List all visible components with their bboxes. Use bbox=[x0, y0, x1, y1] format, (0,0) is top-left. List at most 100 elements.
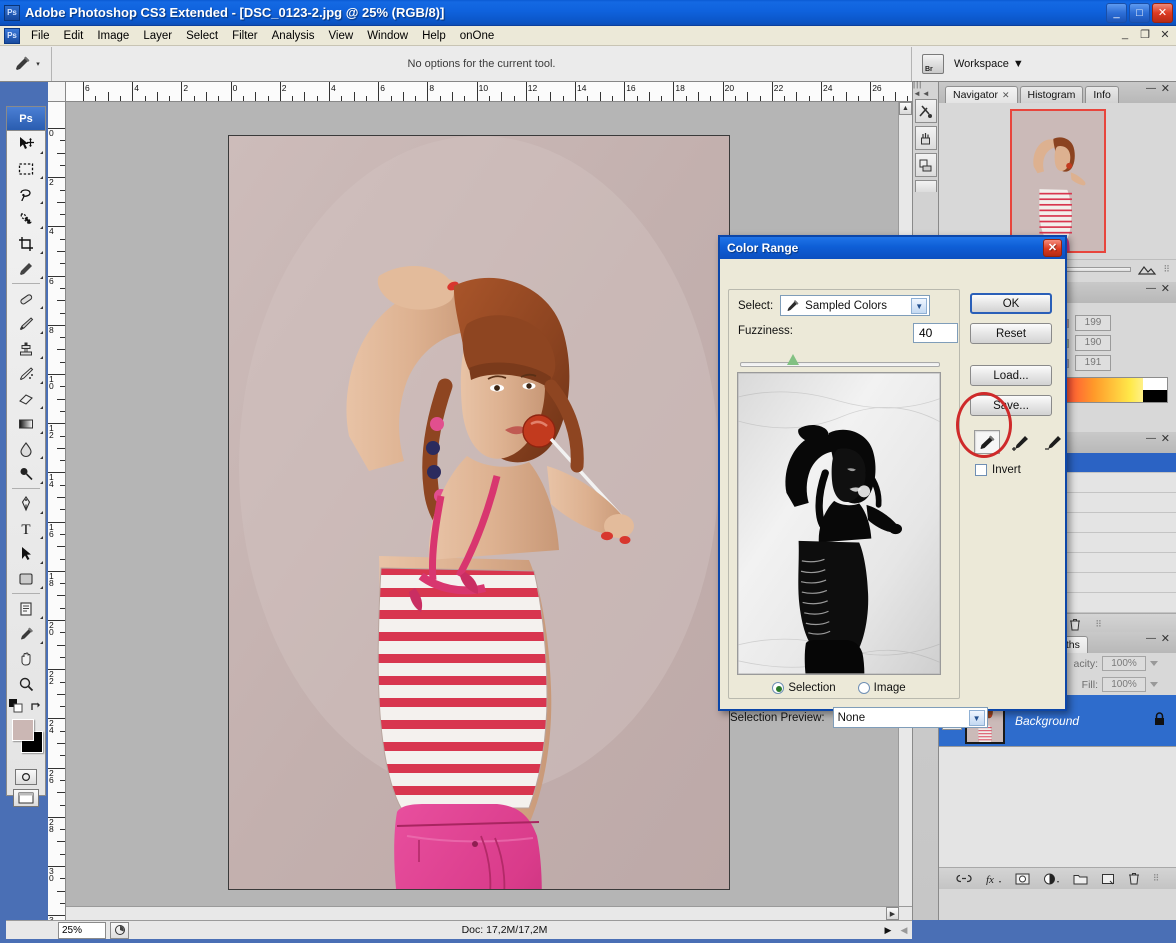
clone-stamp-tool[interactable] bbox=[7, 336, 45, 361]
eyedropper-subtract-button[interactable] bbox=[1040, 430, 1066, 454]
eyedropper-tool[interactable] bbox=[7, 621, 45, 646]
brush-tool[interactable] bbox=[7, 311, 45, 336]
fill-value[interactable]: 100% bbox=[1102, 677, 1146, 692]
select-dropdown[interactable]: Sampled Colors ▼ bbox=[780, 295, 930, 316]
doc-minimize-button[interactable]: _ bbox=[1118, 28, 1132, 41]
workspace-button[interactable]: Workspace ▼ bbox=[954, 58, 1024, 70]
radio-selection[interactable]: Selection bbox=[772, 682, 835, 694]
move-tool[interactable] bbox=[7, 131, 45, 156]
close-icon[interactable]: ✕ bbox=[1161, 82, 1170, 95]
new-layer-icon[interactable] bbox=[1101, 873, 1115, 885]
tab-navigator[interactable]: Navigator ✕ bbox=[945, 86, 1018, 103]
group-icon[interactable] bbox=[1073, 873, 1088, 885]
red-value[interactable]: 199 bbox=[1075, 315, 1111, 331]
adjustment-icon[interactable] bbox=[1043, 873, 1060, 885]
magic-wand-tool[interactable] bbox=[7, 206, 45, 231]
dock-collapse-grip[interactable]: ||| ◄◄ bbox=[913, 82, 938, 96]
slice-tool[interactable] bbox=[7, 256, 45, 281]
screen-mode-icon[interactable] bbox=[13, 789, 39, 807]
quick-mask-icon[interactable] bbox=[15, 769, 37, 785]
crop-tool[interactable] bbox=[7, 231, 45, 256]
ok-button[interactable]: OK bbox=[970, 293, 1052, 314]
scroll-right-arrow[interactable]: ▶ bbox=[886, 907, 899, 920]
close-button[interactable]: ✕ bbox=[1152, 3, 1173, 23]
doc-close-button[interactable]: ✕ bbox=[1158, 28, 1172, 41]
close-icon[interactable]: ✕ bbox=[1161, 282, 1170, 295]
vertical-ruler[interactable]: 024681 01 21 41 61 82 02 22 42 62 83 03 … bbox=[48, 102, 66, 920]
invert-row[interactable]: Invert bbox=[975, 464, 1066, 476]
shape-tool[interactable] bbox=[7, 566, 45, 591]
status-resize-grip[interactable]: ◀ bbox=[896, 925, 912, 936]
brushes-icon[interactable] bbox=[915, 126, 937, 150]
status-preview-icon[interactable] bbox=[110, 922, 129, 939]
minimize-button[interactable]: _ bbox=[1106, 3, 1127, 23]
blur-tool[interactable] bbox=[7, 436, 45, 461]
menu-image[interactable]: Image bbox=[90, 28, 136, 44]
chevron-down-icon[interactable]: ▼ bbox=[969, 710, 985, 726]
fx-icon[interactable]: fx bbox=[985, 873, 1002, 885]
menu-file[interactable]: File bbox=[24, 28, 57, 44]
clone-source-icon[interactable] bbox=[915, 153, 937, 177]
fuzziness-slider[interactable] bbox=[740, 362, 940, 367]
menu-help[interactable]: Help bbox=[415, 28, 453, 44]
link-icon[interactable] bbox=[956, 873, 972, 884]
tab-histogram[interactable]: Histogram bbox=[1020, 86, 1084, 103]
status-menu-arrow[interactable]: ▶ bbox=[880, 925, 896, 936]
mask-icon[interactable] bbox=[1015, 873, 1030, 885]
load-button[interactable]: Load... bbox=[970, 365, 1052, 386]
green-value[interactable]: 190 bbox=[1075, 335, 1111, 351]
ruler-corner[interactable] bbox=[48, 82, 66, 102]
radio-image-dot[interactable] bbox=[858, 682, 870, 694]
path-selection-tool[interactable] bbox=[7, 541, 45, 566]
default-colors-icon[interactable] bbox=[9, 699, 23, 713]
history-brush-tool[interactable] bbox=[7, 361, 45, 386]
swap-colors-icon[interactable] bbox=[30, 700, 43, 713]
navigator-thumbnail[interactable] bbox=[1010, 109, 1106, 253]
type-tool[interactable]: T bbox=[7, 516, 45, 541]
canvas-horizontal-scrollbar[interactable]: ▶ bbox=[66, 906, 912, 920]
menu-select[interactable]: Select bbox=[179, 28, 225, 44]
panel-resize-grip[interactable]: ⠿ bbox=[1153, 873, 1160, 884]
horizontal-ruler[interactable]: 64202468101214161820222426 bbox=[66, 82, 912, 102]
panel-resize-grip[interactable]: ⠿ bbox=[1163, 264, 1170, 275]
blue-value[interactable]: 191 bbox=[1075, 355, 1111, 371]
document-image[interactable] bbox=[228, 135, 730, 890]
panel-resize-grip[interactable]: ⠿ bbox=[1095, 619, 1102, 630]
healing-brush-tool[interactable] bbox=[7, 286, 45, 311]
current-tool-indicator[interactable]: ▾ bbox=[0, 47, 52, 81]
dodge-tool[interactable] bbox=[7, 461, 45, 486]
fill-dropdown-arrow[interactable] bbox=[1150, 682, 1158, 687]
minimize-icon[interactable]: — bbox=[1146, 283, 1156, 294]
dialog-close-button[interactable]: ✕ bbox=[1043, 239, 1062, 257]
lasso-tool[interactable] bbox=[7, 181, 45, 206]
invert-checkbox[interactable] bbox=[975, 464, 987, 476]
save-button[interactable]: Save... bbox=[970, 395, 1052, 416]
selection-preview-dropdown[interactable]: None ▼ bbox=[833, 707, 988, 728]
opacity-value[interactable]: 100% bbox=[1102, 656, 1146, 671]
close-icon[interactable]: ✕ bbox=[1002, 90, 1010, 101]
scroll-up-arrow[interactable]: ▲ bbox=[899, 102, 912, 115]
doc-restore-button[interactable]: ❐ bbox=[1138, 28, 1152, 41]
zoom-in-icon[interactable] bbox=[1137, 264, 1157, 276]
reset-button[interactable]: Reset bbox=[970, 323, 1052, 344]
delete-layer-icon[interactable] bbox=[1128, 872, 1140, 885]
menu-onone[interactable]: onOne bbox=[453, 28, 502, 44]
menu-edit[interactable]: Edit bbox=[57, 28, 91, 44]
dock-more-icon[interactable] bbox=[915, 180, 937, 192]
gradient-tool[interactable] bbox=[7, 411, 45, 436]
notes-tool[interactable] bbox=[7, 596, 45, 621]
minimize-icon[interactable]: — bbox=[1146, 433, 1156, 444]
menu-view[interactable]: View bbox=[321, 28, 360, 44]
radio-selection-dot[interactable] bbox=[772, 682, 784, 694]
layer-name[interactable]: Background bbox=[1015, 714, 1153, 728]
menu-layer[interactable]: Layer bbox=[136, 28, 179, 44]
tool-preset-caret[interactable]: ▾ bbox=[36, 60, 40, 68]
layers-list-empty-area[interactable] bbox=[939, 747, 1176, 867]
menu-window[interactable]: Window bbox=[360, 28, 415, 44]
zoom-level-field[interactable]: 25% bbox=[58, 922, 106, 939]
close-icon[interactable]: ✕ bbox=[1161, 432, 1170, 445]
chevron-down-icon[interactable]: ▼ bbox=[911, 298, 927, 314]
tool-presets-icon[interactable] bbox=[915, 99, 937, 123]
bridge-icon[interactable] bbox=[922, 54, 944, 74]
opacity-dropdown-arrow[interactable] bbox=[1150, 661, 1158, 666]
